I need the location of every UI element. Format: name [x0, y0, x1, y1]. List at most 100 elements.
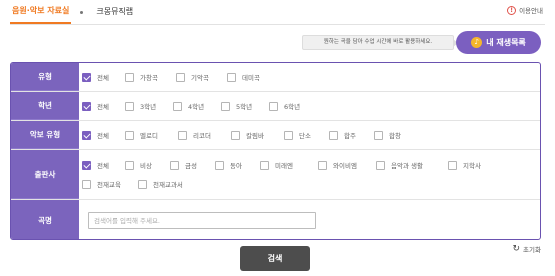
filter-option-grade[interactable]: 4학년 [173, 99, 221, 114]
checkbox[interactable] [82, 72, 91, 82]
filter-option-publisher[interactable]: 전체 [82, 158, 125, 173]
option-label: 3학년 [140, 103, 157, 111]
filter-label-grade: 학년 [11, 92, 79, 120]
checkbox[interactable] [374, 130, 383, 140]
option-label: 4학년 [188, 103, 205, 111]
option-label: 리코더 [193, 132, 211, 140]
option-label: 전체 [97, 162, 109, 170]
option-label: 동아 [230, 162, 242, 170]
filter-option-publisher[interactable]: 동아 [215, 158, 260, 173]
top-tabs: 음원·악보 자료실 크몽뮤직랩 [10, 0, 137, 24]
my-playlist-button[interactable]: ♪ 내 재생목록 [456, 31, 541, 54]
filter-option-publisher[interactable]: 미래엔 [260, 158, 318, 173]
option-label: 천재교과서 [153, 181, 183, 189]
checkbox[interactable] [125, 101, 134, 111]
checkbox[interactable] [138, 179, 147, 189]
filter-row-publisher: 출판사 전체 비상 금성 동아 미래엔 와이비엠 음악과 생활 지학사천재교육 천재교과서 [11, 150, 540, 200]
usage-guide-link[interactable]: ! 이용안내 [507, 5, 543, 15]
filter-row-score-type: 악보 유형 전체 멜로디 리코더 칼림바 단소 합주 합창 [11, 121, 540, 150]
checkbox[interactable] [82, 101, 91, 111]
option-label: 금성 [185, 162, 197, 170]
filter-option-type[interactable]: 전체 [82, 70, 125, 85]
checkbox[interactable] [448, 160, 457, 170]
option-label: 음악과 생활 [391, 162, 423, 170]
exclamation-icon: ! [507, 5, 517, 15]
song-search-input[interactable] [88, 212, 316, 229]
checkbox[interactable] [176, 72, 185, 82]
filter-option-type[interactable]: 가창곡 [125, 70, 176, 85]
checkbox[interactable] [284, 130, 293, 140]
option-label: 5학년 [236, 103, 253, 111]
checkbox[interactable] [221, 101, 230, 111]
checkbox[interactable] [82, 179, 91, 189]
playlist-tooltip: 원하는 곡을 담아 수업 시간에 바로 활용하세요. [302, 35, 458, 50]
tab-music-library[interactable]: 음원·악보 자료실 [10, 0, 72, 24]
filter-option-score-type[interactable]: 합창 [374, 128, 419, 143]
filter-option-score-type[interactable]: 칼림바 [231, 128, 284, 143]
filter-options-grade: 전체 3학년 4학년 5학년 6학년 [79, 92, 540, 120]
filter-option-publisher[interactable]: 지학사 [448, 158, 508, 173]
option-label: 전체 [97, 74, 109, 82]
filter-label-publisher: 출판사 [11, 150, 79, 199]
checkbox[interactable] [82, 130, 91, 140]
my-playlist-label: 내 재생목록 [486, 38, 526, 47]
filter-option-score-type[interactable]: 합주 [329, 128, 374, 143]
filter-option-type[interactable]: 데미곡 [227, 70, 278, 85]
filter-option-score-type[interactable]: 리코더 [178, 128, 231, 143]
filter-options-score-type: 전체 멜로디 리코더 칼림바 단소 합주 합창 [79, 121, 540, 149]
checkbox[interactable] [260, 160, 269, 170]
reset-label: 초기화 [523, 246, 541, 254]
option-label: 비상 [140, 162, 152, 170]
search-button[interactable]: 검색 [240, 246, 310, 271]
option-label: 합주 [344, 132, 356, 140]
checkbox[interactable] [125, 72, 134, 82]
checkbox[interactable] [215, 160, 224, 170]
option-label: 합창 [389, 132, 401, 140]
checkbox[interactable] [318, 160, 327, 170]
filter-row-type: 유형 전체 가창곡 기악곡 데미곡 [11, 63, 540, 92]
filter-option-grade[interactable]: 6학년 [269, 99, 317, 114]
filter-option-grade[interactable]: 5학년 [221, 99, 269, 114]
option-label: 가창곡 [140, 74, 158, 82]
checkbox[interactable] [376, 160, 385, 170]
checkbox[interactable] [82, 160, 91, 170]
tab-separator-dot [80, 10, 84, 14]
filter-option-grade[interactable]: 전체 [82, 99, 125, 114]
filter-option-publisher[interactable]: 와이비엠 [318, 158, 376, 173]
option-label: 데미곡 [242, 74, 260, 82]
option-label: 전체 [97, 132, 109, 140]
filter-option-publisher[interactable]: 금성 [170, 158, 215, 173]
filter-option-score-type[interactable]: 멜로디 [125, 128, 178, 143]
filter-option-grade[interactable]: 3학년 [125, 99, 173, 114]
filter-panel: 유형 전체 가창곡 기악곡 데미곡 학년 전체 3학년 4학년 5학년 6학년 악보 유형 전체 멜로… [10, 62, 541, 240]
checkbox[interactable] [231, 130, 240, 140]
checkbox[interactable] [227, 72, 236, 82]
reset-button[interactable]: ↻ 초기화 [513, 244, 542, 254]
filter-option-score-type[interactable]: 단소 [284, 128, 329, 143]
checkbox[interactable] [173, 101, 182, 111]
checkbox[interactable] [170, 160, 179, 170]
filter-option-publisher[interactable]: 음악과 생활 [376, 158, 448, 173]
filter-row-grade: 학년 전체 3학년 4학년 5학년 6학년 [11, 92, 540, 121]
filter-label-score-type: 악보 유형 [11, 121, 79, 149]
checkbox[interactable] [178, 130, 187, 140]
filter-options-type: 전체 가창곡 기악곡 데미곡 [79, 63, 540, 91]
option-label: 단소 [299, 132, 311, 140]
filter-option-publisher[interactable]: 비상 [125, 158, 170, 173]
option-label: 전체 [97, 103, 109, 111]
checkbox[interactable] [329, 130, 338, 140]
music-note-icon: ♪ [471, 37, 483, 48]
filter-option-publisher[interactable]: 천재교육 [82, 177, 138, 192]
filter-option-score-type[interactable]: 전체 [82, 128, 125, 143]
filter-option-type[interactable]: 기악곡 [176, 70, 227, 85]
tab-music-lab[interactable]: 크몽뮤직랩 [92, 1, 137, 23]
checkbox[interactable] [269, 101, 278, 111]
filter-option-publisher[interactable]: 천재교과서 [138, 177, 218, 192]
usage-guide-label: 이용안내 [519, 7, 543, 15]
option-label: 지학사 [463, 162, 481, 170]
checkbox[interactable] [125, 160, 134, 170]
option-label: 천재교육 [97, 181, 121, 189]
checkbox[interactable] [125, 130, 134, 140]
option-label: 칼림바 [246, 132, 264, 140]
filter-label-type: 유형 [11, 63, 79, 91]
